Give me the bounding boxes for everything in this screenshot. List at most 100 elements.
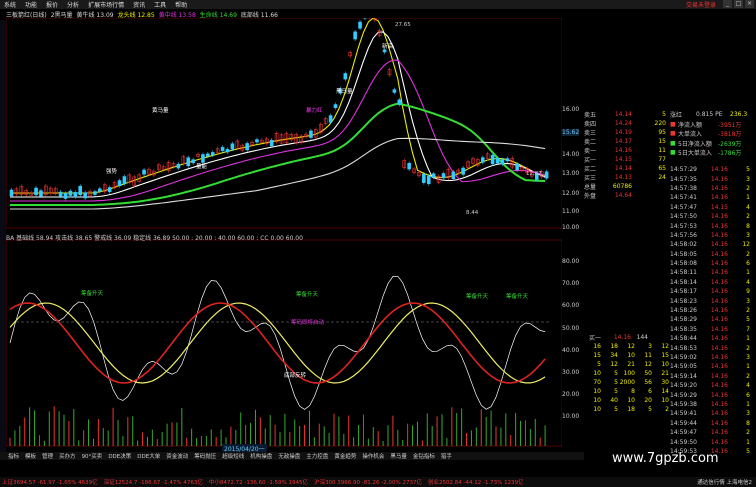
tick-price: 14.16 [710, 344, 728, 352]
menu-ext-market[interactable]: 扩展市场行情 [88, 0, 124, 9]
l2-cell: 10 [593, 406, 601, 413]
rise-label-3: 筹备升天 [466, 292, 489, 300]
l2-row: 16 18 12 3 12 [584, 342, 670, 351]
price-tick-2: 15.62 [562, 129, 580, 136]
sell1-price[interactable]: 14.16 [604, 147, 632, 154]
tick-list[interactable]: 14:57:29 14.16 5 14:57:35 14.16 3 14:57:38 14.1… [670, 165, 756, 456]
menu-tools[interactable]: 工具 [154, 0, 166, 9]
l2-cell: 12 [610, 361, 618, 368]
indicator-tab[interactable]: 猎手 [441, 452, 452, 460]
osc-panel-frame [6, 239, 562, 447]
candle-body [515, 163, 519, 171]
close-icon[interactable]: × [745, 0, 754, 8]
indicator-tab[interactable]: 机构操盘 [250, 452, 272, 460]
l2-cell: 50 [644, 370, 652, 377]
indicator-tab[interactable]: DDE大单 [137, 452, 160, 460]
oscillator-line [9, 302, 546, 384]
sell4-price[interactable]: 14.24 [604, 120, 632, 127]
indicator-tab[interactable]: 黑马量 [390, 452, 407, 460]
indicator-tab[interactable]: 超级短线 [222, 452, 244, 460]
site-watermark: www.7gpzb.com [612, 451, 719, 466]
buy3-label: 买三 [584, 175, 597, 182]
indicator-tab[interactable]: 操作机会 [362, 452, 384, 460]
l2-cell: 15 [593, 352, 601, 359]
indicator-tab[interactable]: 无敌操盘 [278, 452, 300, 460]
l2-title-1: 买一 [588, 335, 601, 342]
annotation-5: 新高 [382, 42, 394, 50]
buy3-price[interactable]: 14.13 [604, 174, 632, 181]
minimize-icon[interactable]: _ [723, 0, 732, 8]
tick-time: 14:58:08 [670, 260, 697, 268]
sell2-price[interactable]: 14.17 [604, 138, 632, 145]
candle-body [191, 159, 195, 164]
indicator-tab[interactable]: DDE决策 [108, 452, 131, 460]
indicator-tab[interactable]: 管理 [42, 452, 53, 460]
l2-cell: 5 [648, 406, 652, 413]
index-hs300[interactable]: 沪深300 3966.90 -81.26 -2.00% 2737亿 [314, 478, 422, 486]
sell5-price[interactable]: 14.14 [604, 111, 632, 118]
indicator-tab[interactable]: 指标 [8, 452, 19, 460]
buy3-vol: 24 [658, 174, 666, 181]
tick-volume: 7 [746, 325, 750, 333]
indicator-tab[interactable]: 金钻指标 [413, 452, 435, 460]
menu-news[interactable]: 资讯 [133, 0, 145, 9]
candle-body [117, 180, 122, 186]
tick-volume: 2 [746, 307, 750, 315]
indicator-tab[interactable]: 模板 [25, 452, 36, 460]
l2-cell: 10 [593, 397, 601, 404]
tick-time: 14:57:35 [670, 175, 697, 183]
tick-time: 14:59:20 [670, 382, 697, 390]
index-sz[interactable]: 深证12524.7 -186.67 -1.47% 4763亿 [104, 478, 203, 486]
maximize-icon[interactable]: □ [734, 0, 743, 8]
status-bar: 上证3694.57 -61.97 -1.65% 4639亿 深证12524.7 … [0, 477, 756, 487]
buy2-price[interactable]: 14.14 [604, 165, 632, 172]
menu-help[interactable]: 帮助 [175, 0, 187, 9]
buy1-price[interactable]: 14.15 [604, 156, 632, 163]
sell3-price[interactable]: 14.19 [604, 129, 632, 136]
menu-quote[interactable]: 报价 [46, 0, 58, 9]
tick-volume: 9 [746, 288, 750, 296]
tick-price: 14.16 [710, 335, 728, 343]
tick-volume: 1 [746, 438, 750, 446]
tick-volume: 5 [746, 166, 750, 174]
window-controls: _ □ × [723, 0, 754, 8]
indicator-tab[interactable]: 买办方 [59, 452, 76, 460]
l2-cell: 10 [661, 397, 669, 404]
tick-volume: 2 [746, 250, 750, 258]
tick-volume: 6 [746, 260, 750, 268]
tick-price: 14.16 [710, 400, 728, 408]
indicator-tab[interactable]: 资金波动 [166, 452, 188, 460]
indicator-tab[interactable]: 筹码抛压 [194, 452, 216, 460]
tick-time: 14:57:47 [670, 203, 697, 211]
menu-function[interactable]: 功能 [25, 0, 37, 9]
total-vol-value: 60786 [612, 183, 632, 190]
indicator-tab[interactable]: 90°买卖 [82, 452, 103, 460]
osc-tick-7: 20.00 [562, 391, 580, 398]
candle-body [397, 99, 402, 105]
l2-cell: 6 [648, 388, 652, 395]
level2-panel: 买一 14.16 144 16 18 12 3 12 15 34 10 11 15 5 12 21 12 10 1… [584, 333, 670, 414]
index-sh[interactable]: 上证3694.57 -61.97 -1.65% 4639亿 [2, 478, 98, 486]
indicator-tab[interactable]: 主力控盘 [306, 452, 328, 460]
menu-analysis[interactable]: 分析 [67, 0, 79, 9]
candle-body [245, 143, 249, 151]
menu-system[interactable]: 系统 [4, 0, 16, 9]
annotation-2: 暴力红 [306, 106, 323, 114]
fund-label-3: 5日净流入额 [678, 140, 712, 148]
tick-row: 14:58:05 14.16 2 [670, 250, 756, 259]
l2-cell: 14 [661, 388, 669, 395]
l2-row: 10 5 8 6 14 [584, 387, 670, 396]
indicator-tab-bar: 指标 模板 管理 买办方 90°买卖 DDE决策 DDE大单 资金波动 筹码抛压 超级短线 机构操盘… [0, 452, 584, 460]
index-sme[interactable]: 中小8472.72 -136.60 -1.59% 1945亿 [209, 478, 308, 486]
l2-cell: 18 [627, 406, 635, 413]
tick-row: 14:57:41 14.16 1 [670, 193, 756, 202]
tick-price: 14.16 [710, 278, 728, 286]
indicator-tab[interactable]: 黄金趋势 [334, 452, 356, 460]
l2-cell: 5 [614, 388, 618, 395]
l2-cell: 10 [627, 397, 635, 404]
candle-body [407, 162, 411, 170]
tick-volume: 1 [746, 335, 750, 343]
outer-label: 外盘 [584, 193, 597, 200]
index-gem[interactable]: 创业2502.84 -44.12 -1.73% 1239亿 [428, 478, 524, 486]
annotation-6: 量能 [196, 162, 208, 170]
